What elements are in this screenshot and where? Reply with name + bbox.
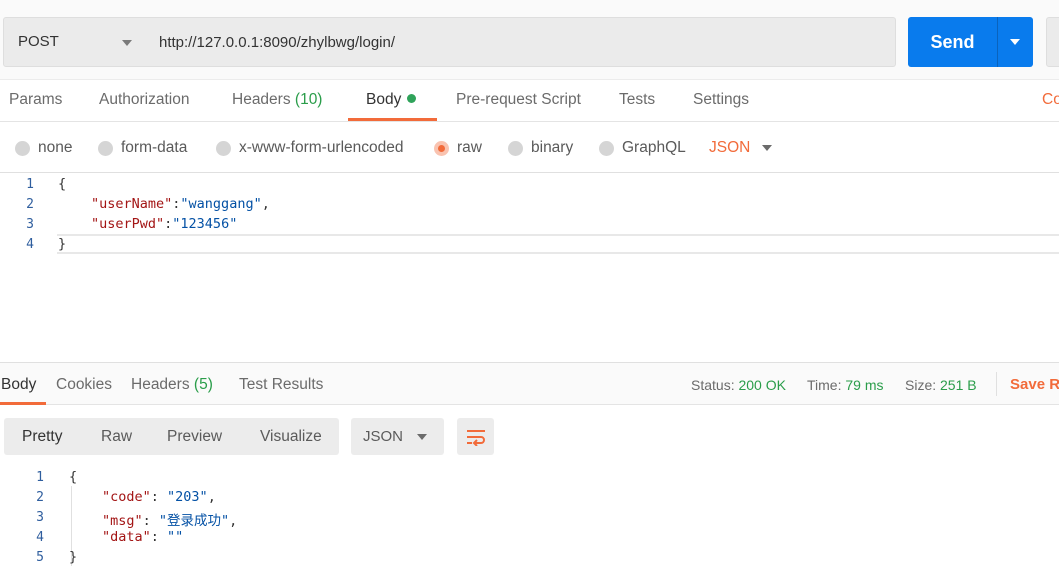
view-visualize-button[interactable]: Visualize bbox=[260, 428, 322, 446]
active-tab-indicator bbox=[0, 402, 46, 405]
response-tab-headers[interactable]: Headers (5) bbox=[131, 376, 213, 394]
radio-graphql[interactable]: GraphQL bbox=[599, 139, 686, 157]
request-body-editor[interactable]: 1 2 3 4 { "userName":"wanggang", "userPw… bbox=[0, 174, 1059, 362]
headers-count: (10) bbox=[294, 91, 323, 108]
response-tab-test-results[interactable]: Test Results bbox=[239, 376, 323, 394]
response-status: Status: 200 OK bbox=[691, 377, 786, 393]
radio-icon bbox=[15, 140, 30, 156]
line-number: 3 bbox=[36, 510, 44, 525]
tab-settings[interactable]: Settings bbox=[693, 91, 749, 109]
body-format-select[interactable]: JSON bbox=[709, 139, 750, 157]
tab-pre-request-script[interactable]: Pre-request Script bbox=[456, 91, 581, 109]
caret-down-icon[interactable] bbox=[762, 145, 772, 151]
view-mode-group: Pretty Raw Preview Visualize bbox=[4, 418, 339, 455]
line-number: 2 bbox=[36, 490, 44, 505]
line-number: 1 bbox=[36, 470, 44, 485]
code-line: "code": "203", bbox=[102, 489, 216, 505]
radio-icon bbox=[599, 140, 614, 156]
view-raw-button[interactable]: Raw bbox=[101, 428, 132, 446]
tab-tests[interactable]: Tests bbox=[619, 91, 655, 109]
line-number: 4 bbox=[26, 237, 34, 252]
radio-raw[interactable]: raw bbox=[434, 139, 482, 157]
url-input[interactable] bbox=[146, 17, 896, 67]
save-button[interactable] bbox=[1046, 17, 1059, 67]
code-line: "data": "" bbox=[102, 529, 184, 545]
line-number: 5 bbox=[36, 550, 44, 565]
save-response-button[interactable]: Save Re bbox=[1010, 376, 1059, 393]
response-headers-count: (5) bbox=[193, 376, 213, 393]
radio-none[interactable]: none bbox=[15, 139, 72, 157]
response-format-select[interactable]: JSON bbox=[351, 418, 444, 455]
code-brace: } bbox=[58, 236, 67, 252]
code-brace: { bbox=[58, 176, 67, 192]
response-body-viewer[interactable]: 1 2 3 4 5 { "code": "203", "msg": "登录成功"… bbox=[0, 466, 1059, 581]
response-tab-body[interactable]: Body bbox=[1, 376, 36, 394]
response-tab-cookies[interactable]: Cookies bbox=[56, 376, 112, 394]
radio-icon bbox=[98, 140, 113, 156]
line-number: 1 bbox=[26, 177, 34, 192]
send-button[interactable]: Send bbox=[908, 17, 997, 67]
code-brace: { bbox=[69, 469, 78, 485]
line-number: 4 bbox=[36, 530, 44, 545]
code-brace: } bbox=[69, 549, 78, 565]
divider bbox=[996, 372, 997, 396]
method-label: POST bbox=[18, 33, 59, 50]
radio-icon bbox=[216, 140, 231, 156]
radio-x-www-form-urlencoded[interactable]: x-www-form-urlencoded bbox=[216, 139, 404, 157]
radio-selected-icon bbox=[434, 140, 449, 156]
method-select[interactable]: POST bbox=[3, 17, 147, 67]
view-preview-button[interactable]: Preview bbox=[167, 428, 222, 446]
response-size: Size: 251 B bbox=[905, 377, 977, 393]
radio-form-data[interactable]: form-data bbox=[98, 139, 187, 157]
line-number: 3 bbox=[26, 217, 34, 232]
code-line: "userPwd":"123456" bbox=[91, 216, 238, 232]
caret-down-icon bbox=[1010, 39, 1020, 45]
radio-binary[interactable]: binary bbox=[508, 139, 573, 157]
code-line: "msg": "登录成功", bbox=[102, 513, 238, 529]
caret-down-icon bbox=[417, 434, 427, 440]
request-tabs: Params Authorization Headers (10) Body P… bbox=[0, 81, 1059, 122]
wrap-lines-button[interactable] bbox=[457, 418, 494, 455]
body-type-options: none form-data x-www-form-urlencoded raw… bbox=[0, 123, 1059, 173]
cookies-code-link[interactable]: Co bbox=[1042, 91, 1059, 109]
tab-params[interactable]: Params bbox=[9, 91, 62, 109]
tab-authorization[interactable]: Authorization bbox=[99, 91, 189, 109]
active-dot-icon bbox=[407, 94, 417, 103]
code-line: "userName":"wanggang", bbox=[91, 196, 270, 212]
tab-body[interactable]: Body bbox=[366, 91, 417, 109]
caret-down-icon bbox=[122, 40, 132, 46]
response-header: Body Cookies Headers (5) Test Results St… bbox=[0, 362, 1059, 405]
active-line-highlight bbox=[57, 234, 1059, 254]
line-number: 2 bbox=[26, 197, 34, 212]
send-options-button[interactable] bbox=[997, 17, 1033, 67]
tab-headers[interactable]: Headers (10) bbox=[232, 91, 322, 109]
response-time: Time: 79 ms bbox=[807, 377, 884, 393]
response-format-label: JSON bbox=[363, 428, 404, 445]
send-label: Send bbox=[930, 31, 975, 52]
active-tab-indicator bbox=[348, 118, 437, 121]
radio-icon bbox=[508, 140, 523, 156]
wrap-lines-icon bbox=[466, 429, 485, 446]
view-pretty-button[interactable]: Pretty bbox=[22, 428, 62, 446]
